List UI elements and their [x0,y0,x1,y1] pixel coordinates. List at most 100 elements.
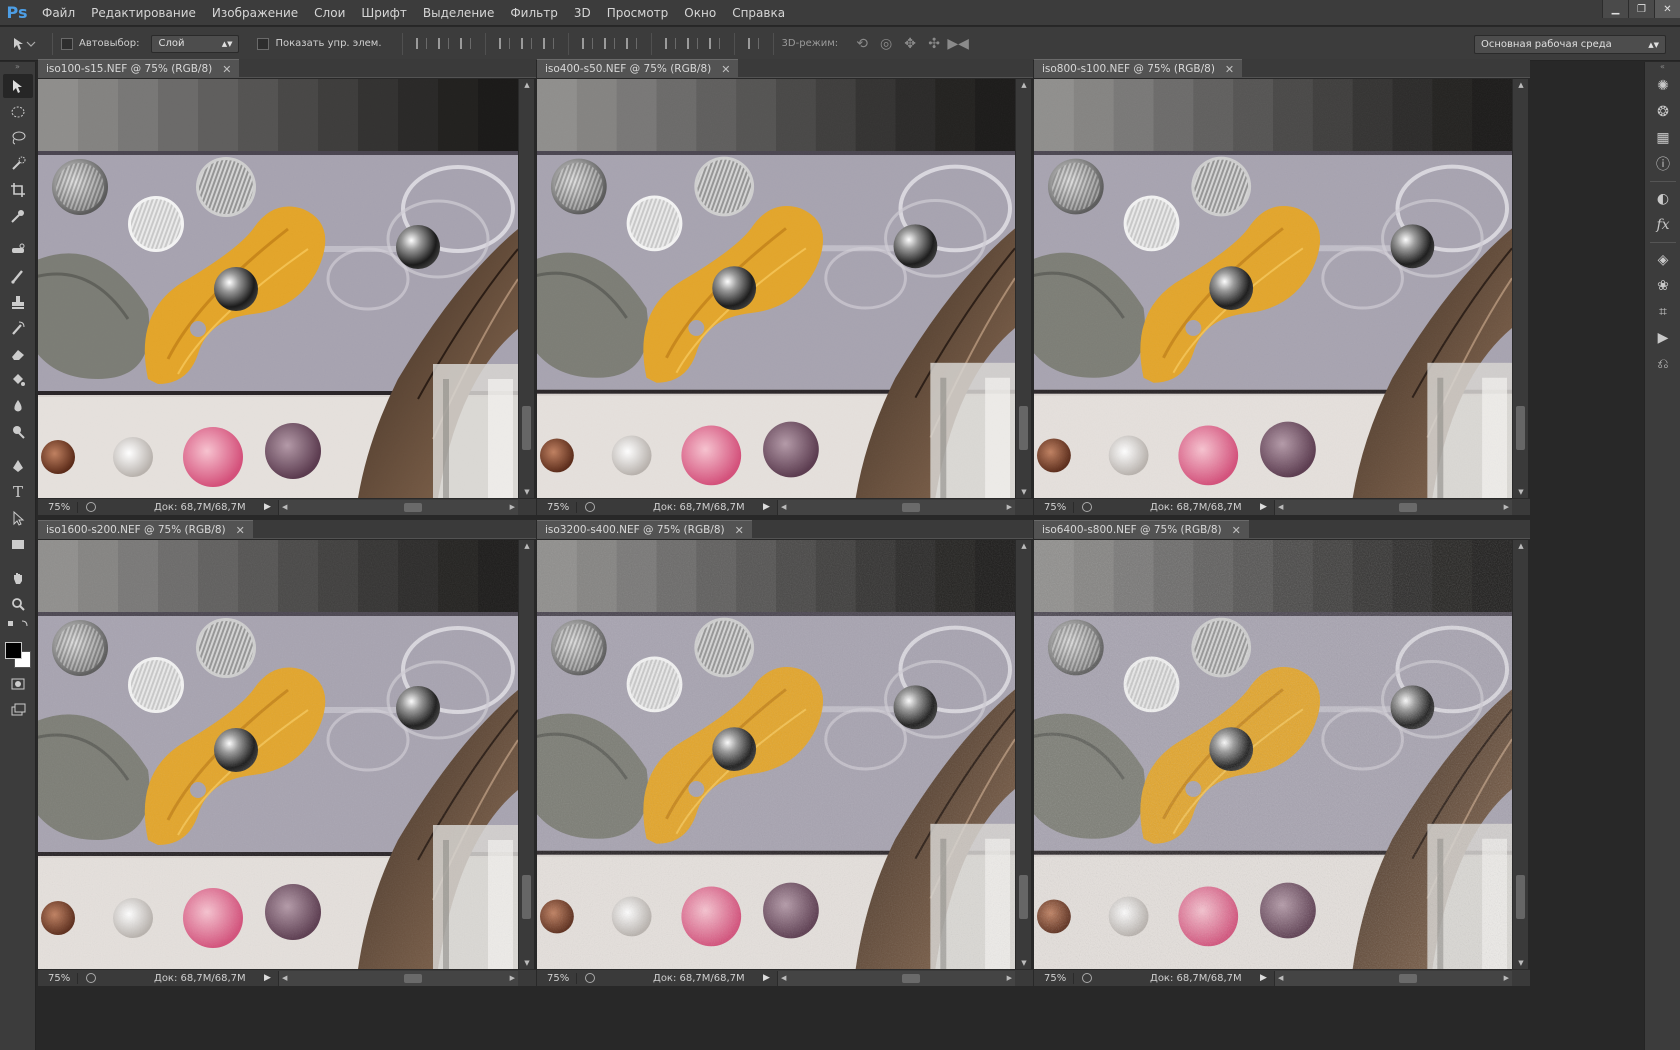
scroll-right-icon[interactable]: ▶ [1007,971,1012,986]
close-tab-icon[interactable]: ✕ [236,524,245,537]
scroll-left-icon[interactable]: ◀ [1278,500,1283,515]
horizontal-scrollbar[interactable]: ◀ ▶ [777,499,1015,515]
document-tab[interactable]: iso400-s50.NEF @ 75% (RGB/8) ✕ [537,59,739,78]
scrollbar-thumb[interactable] [1516,875,1525,919]
vertical-scrollbar[interactable]: ▲ ▼ [518,540,534,969]
quick-selection-tool-icon[interactable] [3,152,33,176]
status-info-icon[interactable] [581,972,599,984]
scroll-down-icon[interactable]: ▼ [519,957,535,969]
align-right-icon[interactable] [538,33,560,55]
close-tab-icon[interactable]: ✕ [222,63,231,76]
scroll-down-icon[interactable]: ▼ [519,486,535,498]
eraser-tool-icon[interactable] [3,342,33,366]
scrollbar-thumb[interactable] [522,406,531,450]
menu-select[interactable]: Выделение [415,0,502,26]
foreground-color-swatch[interactable] [5,642,22,659]
align-hcenter-icon[interactable] [516,33,538,55]
menu-view[interactable]: Просмотр [599,0,677,26]
history-icon[interactable]: ⎌ [1649,352,1677,376]
zoom-level[interactable]: 75% [1034,501,1074,513]
distribute-hcenter-icon[interactable] [682,33,704,55]
spot-healing-tool-icon[interactable] [3,238,33,262]
panel-grip-icon[interactable]: « [1645,62,1680,72]
status-info-icon[interactable] [581,501,599,513]
adjustments-icon[interactable]: ◐ [1649,187,1677,211]
vertical-scrollbar[interactable]: ▲ ▼ [518,79,534,498]
histogram-icon[interactable]: ▦ [1649,126,1677,150]
status-info-icon[interactable] [82,972,100,984]
autoselect-target-select[interactable]: Слой ▲▼ [151,34,240,53]
status-menu-arrow-icon[interactable]: ▶ [1260,973,1274,983]
distribute-bottom-icon[interactable] [621,33,643,55]
eyedropper-tool-icon[interactable] [3,204,33,228]
restore-button[interactable]: ❐ [1628,0,1654,18]
status-info-icon[interactable] [1078,972,1096,984]
close-tab-icon[interactable]: ✕ [735,524,744,537]
blur-tool-icon[interactable] [3,394,33,418]
scroll-up-icon[interactable]: ▲ [1513,79,1529,91]
document-tab[interactable]: iso3200-s400.NEF @ 75% (RGB/8) ✕ [537,520,752,539]
scrollbar-thumb[interactable] [902,973,920,983]
menu-file[interactable]: Файл [34,0,83,26]
zoom-level[interactable]: 75% [537,972,577,984]
marquee-tool-icon[interactable] [3,100,33,124]
close-tab-icon[interactable]: ✕ [721,63,730,76]
status-menu-arrow-icon[interactable]: ▶ [264,973,278,983]
document-canvas[interactable] [537,540,1015,969]
align-left-icon[interactable] [494,33,516,55]
menu-window[interactable]: Окно [676,0,724,26]
scrollbar-thumb[interactable] [1399,502,1417,512]
menu-image[interactable]: Изображение [204,0,306,26]
clone-stamp-tool-icon[interactable] [3,290,33,314]
3d-scale-icon[interactable]: ▶◀ [946,33,970,55]
auto-align-layers-icon[interactable] [743,33,765,55]
crop-tool-icon[interactable] [3,178,33,202]
rectangle-tool-icon[interactable] [3,532,33,556]
close-button[interactable]: ✕ [1654,0,1680,18]
align-top-icon[interactable] [411,33,433,55]
close-tab-icon[interactable]: ✕ [1232,524,1241,537]
panel-grip-icon[interactable]: » [0,62,35,72]
dodge-tool-icon[interactable] [3,420,33,444]
move-tool-preset-picker[interactable] [6,31,44,57]
path-selection-tool-icon[interactable] [3,506,33,530]
clone-source-icon[interactable]: ❂ [1649,100,1677,124]
vertical-scrollbar[interactable]: ▲ ▼ [1015,540,1031,969]
zoom-tool-icon[interactable] [3,592,33,616]
status-info-icon[interactable] [1078,501,1096,513]
show-transform-controls-checkbox[interactable] [257,37,270,50]
scrollbar-thumb[interactable] [1399,973,1417,983]
zoom-level[interactable]: 75% [38,501,78,513]
status-info-icon[interactable] [82,501,100,513]
vertical-scrollbar[interactable]: ▲ ▼ [1512,540,1528,969]
history-brush-tool-icon[interactable] [3,316,33,340]
document-canvas[interactable] [1034,79,1512,498]
move-tool-icon[interactable] [3,74,33,98]
scroll-right-icon[interactable]: ▶ [510,971,515,986]
horizontal-scrollbar[interactable]: ◀ ▶ [278,970,518,986]
scroll-down-icon[interactable]: ▼ [1016,486,1032,498]
menu-filter[interactable]: Фильтр [502,0,565,26]
distribute-left-icon[interactable] [660,33,682,55]
document-canvas[interactable] [537,79,1015,498]
scroll-left-icon[interactable]: ◀ [781,971,786,986]
document-tab[interactable]: iso1600-s200.NEF @ 75% (RGB/8) ✕ [38,520,253,539]
distribute-vcenter-icon[interactable] [599,33,621,55]
status-menu-arrow-icon[interactable]: ▶ [264,502,278,512]
info-icon[interactable]: ⓘ [1649,152,1677,176]
paint-bucket-tool-icon[interactable] [3,368,33,392]
lasso-tool-icon[interactable] [3,126,33,150]
3d-orbit-icon[interactable]: ⟲ [850,33,874,55]
document-canvas[interactable] [38,540,518,969]
layers-icon[interactable]: ◈ [1649,248,1677,272]
pen-tool-icon[interactable] [3,454,33,478]
horizontal-scrollbar[interactable]: ◀ ▶ [777,970,1015,986]
scroll-up-icon[interactable]: ▲ [1016,79,1032,91]
workspace-select[interactable]: Основная рабочая среда ▲▼ [1474,35,1666,54]
scroll-down-icon[interactable]: ▼ [1513,957,1529,969]
status-menu-arrow-icon[interactable]: ▶ [763,502,777,512]
3d-pan-icon[interactable]: ✥ [898,33,922,55]
scroll-up-icon[interactable]: ▲ [519,79,535,91]
vertical-scrollbar[interactable]: ▲ ▼ [1015,79,1031,498]
align-bottom-icon[interactable] [455,33,477,55]
